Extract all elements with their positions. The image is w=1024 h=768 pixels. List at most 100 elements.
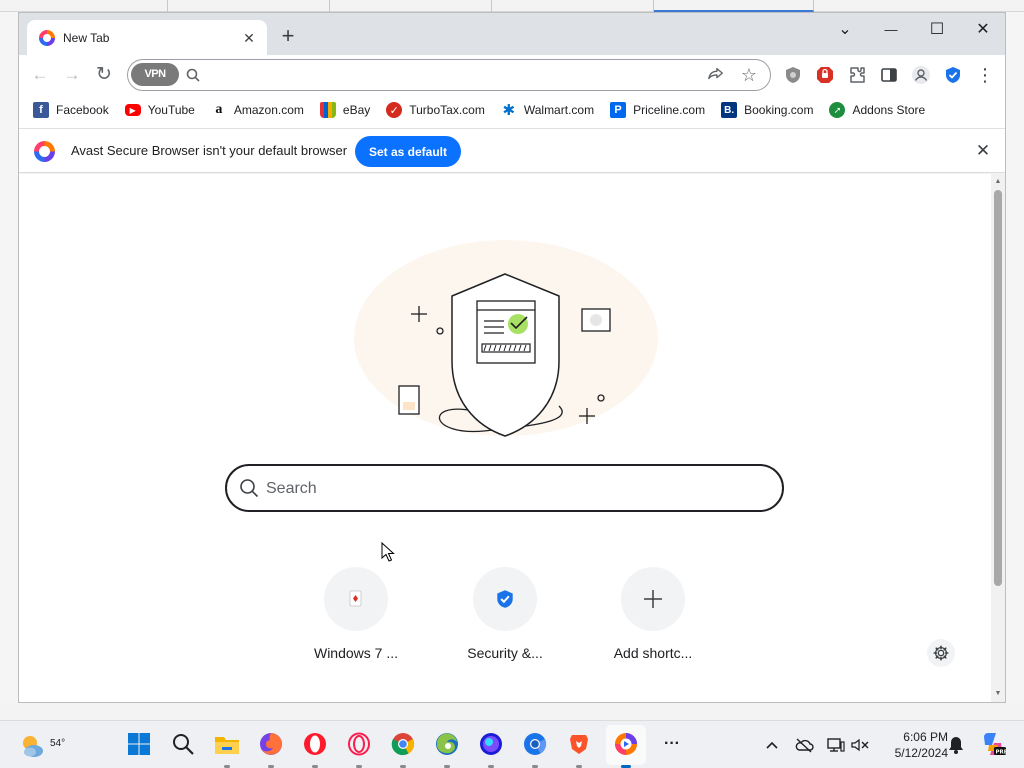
mouse-cursor-icon xyxy=(381,542,395,562)
shortcut-label: Add shortc... xyxy=(613,645,693,661)
opera-gx-icon xyxy=(348,732,370,756)
onedrive-offline-icon[interactable] xyxy=(794,735,814,755)
ntp-search-input[interactable] xyxy=(266,477,746,501)
taskbar-search-button[interactable] xyxy=(170,731,196,757)
partly-cloudy-icon xyxy=(23,736,43,757)
clock-date: 5/12/2024 xyxy=(894,746,948,760)
taskbar-file-explorer[interactable] xyxy=(214,731,240,768)
network-display-icon[interactable] xyxy=(826,735,846,755)
addons-store-icon: ➚ xyxy=(829,102,846,118)
back-button[interactable]: ← xyxy=(28,63,52,87)
bookmark-addons-store[interactable]: ➚ Addons Store xyxy=(829,102,925,118)
bookmark-youtube[interactable]: ▶ YouTube xyxy=(124,103,195,117)
windows7-games-icon xyxy=(324,567,388,631)
copilot-preview-icon[interactable]: PRE xyxy=(980,731,1006,757)
vpn-button[interactable]: VPN xyxy=(131,63,179,86)
adblock-extension-icon[interactable] xyxy=(815,65,835,85)
share-icon[interactable] xyxy=(706,65,726,85)
priceline-icon: P xyxy=(610,102,627,118)
close-window-button[interactable]: ✕ xyxy=(961,17,1005,43)
taskbar-chrome[interactable] xyxy=(390,731,416,768)
bookmark-turbotax[interactable]: ✓ TurboTax.com xyxy=(386,102,485,118)
customize-page-button[interactable] xyxy=(927,639,955,667)
taskbar-edge-dev[interactable] xyxy=(434,731,460,768)
firefox-nightly-icon xyxy=(480,733,502,755)
avast-browser-icon xyxy=(39,29,55,46)
tab-search-dropdown-icon[interactable]: ⌄ xyxy=(823,17,867,43)
tab-strip: New Tab ✕ + ⌄ — ☐ ✕ xyxy=(19,13,1005,55)
extensions-puzzle-icon[interactable] xyxy=(847,65,867,85)
scroll-up-arrow-icon[interactable]: ▲ xyxy=(991,176,1005,188)
minimize-button[interactable]: — xyxy=(869,17,913,43)
bookmark-booking[interactable]: B. Booking.com xyxy=(721,102,813,118)
tab-new-tab[interactable]: New Tab ✕ xyxy=(27,20,267,55)
taskbar-clock[interactable]: 6:06 PM 5/12/2024 xyxy=(878,729,948,761)
bookmark-label: Amazon.com xyxy=(233,103,304,117)
taskbar-firefox[interactable] xyxy=(258,731,284,768)
avast-browser-icon xyxy=(34,141,55,162)
bookmark-label: Priceline.com xyxy=(633,103,706,117)
bookmarks-bar: f Facebook ▶ YouTube a Amazon.com eBay ✓… xyxy=(19,95,1005,125)
svg-text:PRE: PRE xyxy=(996,750,1007,756)
shortcut-add[interactable]: Add shortc... xyxy=(593,567,713,667)
taskbar-brave[interactable] xyxy=(566,731,592,768)
profile-avatar-icon[interactable] xyxy=(911,65,931,85)
bookmark-star-icon[interactable]: ☆ xyxy=(739,65,759,85)
address-input[interactable] xyxy=(208,65,688,85)
browser-menu-icon[interactable]: ⋮ xyxy=(973,63,997,87)
taskbar-avast-secure-browser[interactable] xyxy=(613,731,639,768)
bookmark-facebook[interactable]: f Facebook xyxy=(33,102,109,118)
taskbar-opera-gx[interactable] xyxy=(346,731,372,768)
security-shield-icon xyxy=(473,567,537,631)
privacy-extension-icon[interactable] xyxy=(783,65,803,85)
notification-bell-icon[interactable] xyxy=(946,735,966,755)
plus-icon xyxy=(621,567,685,631)
desktop-background xyxy=(1006,12,1024,718)
start-button[interactable] xyxy=(126,731,152,757)
maximize-button[interactable]: ☐ xyxy=(915,17,959,43)
bookmark-ebay[interactable]: eBay xyxy=(319,102,371,118)
search-icon xyxy=(186,68,200,82)
shortcut-windows7[interactable]: Windows 7 ... xyxy=(296,567,416,667)
amazon-icon: a xyxy=(210,102,227,118)
page-scrollbar[interactable]: ▲ ▼ xyxy=(991,174,1005,702)
forward-button[interactable]: → xyxy=(60,63,84,87)
bookmark-label: TurboTax.com xyxy=(409,103,485,117)
bookmark-walmart[interactable]: ✱ Walmart.com xyxy=(500,102,595,119)
scrollbar-thumb[interactable] xyxy=(994,190,1002,586)
show-hidden-icons-chevron-icon[interactable] xyxy=(762,735,782,755)
shortcut-label: Security &... xyxy=(467,645,543,661)
taskbar-firefox-nightly[interactable] xyxy=(478,731,504,768)
chromium-icon xyxy=(524,733,547,755)
new-tab-button[interactable]: + xyxy=(277,25,299,48)
edge-dev-icon xyxy=(436,733,458,755)
bookmark-priceline[interactable]: P Priceline.com xyxy=(610,102,705,118)
bookmark-label: Walmart.com xyxy=(523,103,595,117)
default-browser-infobar: Avast Secure Browser isn't your default … xyxy=(19,128,1005,173)
infobar-close-icon[interactable]: ✕ xyxy=(973,141,993,161)
shortcut-security[interactable]: Security &... xyxy=(445,567,565,667)
tab-close-icon[interactable]: ✕ xyxy=(241,30,257,46)
bookmark-label: Addons Store xyxy=(852,103,926,117)
gear-icon xyxy=(933,645,949,661)
taskbar-opera[interactable] xyxy=(302,731,328,768)
ebay-icon xyxy=(319,102,336,118)
address-bar[interactable]: VPN ☆ xyxy=(127,59,771,91)
ntp-search-box[interactable] xyxy=(225,464,784,512)
youtube-icon: ▶ xyxy=(124,104,141,116)
side-panel-icon[interactable] xyxy=(879,65,899,85)
taskbar-more-icon[interactable]: ··· xyxy=(659,731,685,757)
scroll-down-arrow-icon[interactable]: ▼ xyxy=(991,688,1005,700)
volume-muted-icon[interactable] xyxy=(850,735,870,755)
bookmark-amazon[interactable]: a Amazon.com xyxy=(210,102,304,118)
weather-temperature: 54° xyxy=(50,738,66,749)
chrome-icon xyxy=(391,733,415,756)
weather-widget[interactable]: 54° xyxy=(18,729,65,761)
bookmark-label: eBay xyxy=(342,103,371,117)
taskbar-chromium[interactable] xyxy=(522,731,548,768)
brave-icon xyxy=(570,735,588,754)
set-as-default-button[interactable]: Set as default xyxy=(355,136,461,167)
infobar-message: Avast Secure Browser isn't your default … xyxy=(71,143,348,158)
reload-button[interactable]: ↻ xyxy=(92,63,116,87)
avast-shield-icon[interactable] xyxy=(943,65,963,85)
